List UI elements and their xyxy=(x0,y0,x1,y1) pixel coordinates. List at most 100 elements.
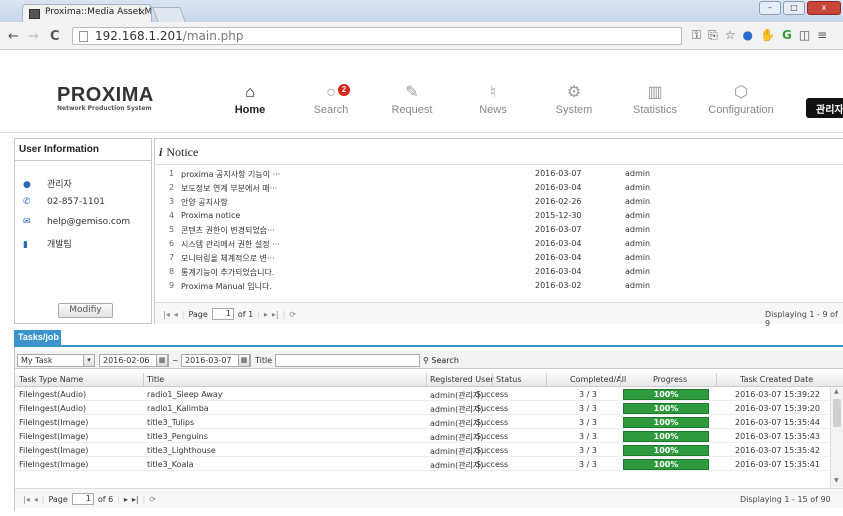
hand-icon[interactable]: ✋ xyxy=(760,28,775,43)
scroll-down-icon[interactable]: ▼ xyxy=(834,477,839,484)
user-team-row: ▮ 개발팀 xyxy=(23,237,72,250)
scroll-thumb[interactable] xyxy=(833,399,841,427)
col-title[interactable]: Title xyxy=(147,375,164,384)
key-icon[interactable]: ⚿ xyxy=(692,28,701,43)
search-button[interactable]: ⚲ Search xyxy=(423,356,459,365)
notice-row[interactable]: 6 시스템 관리에서 권한 설정 ··· 2016-03-04 admin xyxy=(155,239,843,250)
cell-created: 2016-03-07 15:35:42 xyxy=(735,446,820,455)
menu-request-label: Request xyxy=(391,104,433,116)
cell-completed: 3 / 3 xyxy=(579,390,597,399)
search-icon: ⚲ xyxy=(423,356,429,365)
cell-title: title3_Tulips xyxy=(147,418,195,427)
notice-row[interactable]: 7 모니터링을 체계적으로 변··· 2016-03-04 admin xyxy=(155,253,843,264)
cell-created: 2016-03-07 15:39:22 xyxy=(735,390,820,399)
calendar-to-icon[interactable]: ▦ xyxy=(238,354,250,367)
address-bar[interactable]: 192.168.1.201/main.php xyxy=(72,27,682,45)
modify-button[interactable]: Modifiy xyxy=(58,303,113,318)
progress-bar: 100% xyxy=(623,417,709,428)
first-page-icon[interactable]: |◂ xyxy=(163,310,170,319)
last-page-icon[interactable]: ▸| xyxy=(272,310,279,319)
menu-statistics[interactable]: ▥ Statistics xyxy=(620,82,690,116)
next-page-icon[interactable]: ▸ xyxy=(124,495,128,504)
calendar-from-icon[interactable]: ▦ xyxy=(156,354,168,367)
prev-page-icon[interactable]: ◂ xyxy=(34,495,38,504)
table-row[interactable]: FileIngest(Image) title3_Penguins admin(… xyxy=(15,430,830,443)
forward-button[interactable]: → xyxy=(28,29,39,44)
menu-news-label: News xyxy=(479,104,507,116)
tasks-scrollbar[interactable]: ▲ ▼ xyxy=(830,387,843,487)
browser-toolbar: ← → C 192.168.1.201/main.php ⚿ ⎘ ☆ ● ✋ G… xyxy=(0,22,843,50)
col-task-created-date[interactable]: Task Created Date xyxy=(740,375,813,384)
menu-search[interactable]: ○ 2 Search xyxy=(296,82,366,116)
browser-tab[interactable]: Proxima::Media Asset Ma × xyxy=(22,4,152,22)
reload-button[interactable]: C xyxy=(50,29,60,44)
page-number-input[interactable]: 1 xyxy=(71,493,94,505)
notice-title: Notice xyxy=(166,145,199,159)
last-page-icon[interactable]: ▸| xyxy=(132,495,139,504)
window-close-button[interactable]: x xyxy=(807,1,841,15)
menu-system[interactable]: ⚙ System xyxy=(539,82,609,116)
user-icon: ● xyxy=(23,180,31,190)
g-extension-icon[interactable]: G xyxy=(782,28,792,43)
title-filter-input[interactable] xyxy=(275,354,420,367)
menu-request[interactable]: ✎ Request xyxy=(377,82,447,116)
notice-row[interactable]: 8 통계기능이 추가되었습니다. 2016-03-04 admin xyxy=(155,267,843,278)
window-maximize-button[interactable]: □ xyxy=(783,1,805,15)
notice-date: 2016-03-04 xyxy=(535,183,582,192)
user-information-title: User Information xyxy=(15,139,151,161)
next-page-icon[interactable]: ▸ xyxy=(264,310,268,319)
user-email: help@gemiso.com xyxy=(47,217,131,227)
task-select-dropdown-icon[interactable]: ▾ xyxy=(83,354,95,367)
page-number-input[interactable]: 1 xyxy=(211,308,234,320)
notice-row[interactable]: 5 콘텐츠 권한이 변경되었습··· 2016-03-07 admin xyxy=(155,225,843,236)
puzzle-icon[interactable]: ◫ xyxy=(799,28,810,43)
new-tab-button[interactable] xyxy=(152,7,186,22)
window-minimize-button[interactable]: – xyxy=(759,1,781,15)
table-row[interactable]: FileIngest(Audio) radio1_Sleep Away admi… xyxy=(15,388,830,401)
table-row[interactable]: FileIngest(Audio) radio1_Kalimba admin(관… xyxy=(15,402,830,415)
notice-row[interactable]: 1 proxima 공지사항 기능이 ··· 2016-03-07 admin xyxy=(155,169,843,180)
notice-row[interactable]: 3 안양 공지사항 2016-02-26 admin xyxy=(155,197,843,208)
notice-row[interactable]: 2 보도정보 연계 부분에서 매··· 2016-03-04 admin xyxy=(155,183,843,194)
user-name-row: ● 관리자 xyxy=(23,177,72,190)
menu-home[interactable]: ⌂ Home xyxy=(215,82,285,116)
notice-no: 3 xyxy=(169,197,175,206)
col-completed-all[interactable]: Completed/All xyxy=(570,375,626,384)
cell-completed: 3 / 3 xyxy=(579,418,597,427)
notice-header: i Notice xyxy=(155,139,843,165)
cell-type: FileIngest(Image) xyxy=(19,446,89,455)
extension-blue-icon[interactable]: ● xyxy=(743,28,753,43)
page-label: Page xyxy=(48,494,68,504)
tasks-job-tab[interactable]: Tasks/job xyxy=(14,330,61,345)
notice-row[interactable]: 4 Proxima notice 2015-12-30 admin xyxy=(155,211,843,222)
star-icon[interactable]: ☆ xyxy=(725,28,736,43)
refresh-icon[interactable]: ⟳ xyxy=(149,495,156,504)
tab-close-icon[interactable]: × xyxy=(138,7,146,18)
first-page-icon[interactable]: |◂ xyxy=(23,495,30,504)
menu-configuration[interactable]: ⬡ Configuration xyxy=(701,82,781,116)
table-row[interactable]: FileIngest(Image) title3_Tulips admin(관리… xyxy=(15,416,830,429)
window-controls: – □ x xyxy=(759,1,841,15)
col-progress[interactable]: Progress xyxy=(653,375,687,384)
menu-icon[interactable]: ≡ xyxy=(817,28,827,43)
notice-no: 1 xyxy=(169,169,175,178)
cell-completed: 3 / 3 xyxy=(579,460,597,469)
tasks-filter-bar: My Task ▾ 2016-02-06 ▦ ~ 2016-03-07 ▦ Ti… xyxy=(15,351,843,369)
translate-icon[interactable]: ⎘ xyxy=(708,28,718,43)
proxima-logo[interactable]: PROXIMA Network Production System xyxy=(57,84,154,112)
notice-row[interactable]: 9 Proxima Manual 입니다. 2016-03-02 admin xyxy=(155,281,843,292)
menu-news[interactable]: ♮ News xyxy=(458,82,528,116)
refresh-icon[interactable]: ⟳ xyxy=(289,310,296,319)
col-status[interactable]: Status xyxy=(496,375,522,384)
notice-title-cell: 모니터링을 체계적으로 변··· xyxy=(181,254,275,263)
back-button[interactable]: ← xyxy=(8,29,19,44)
admin-button[interactable]: 관리자 xyxy=(806,98,843,118)
table-row[interactable]: FileIngest(Image) title3_Lighthouse admi… xyxy=(15,444,830,457)
notice-pager-controls: |◂ ◂ | Page 1 of 1 | ▸ ▸| | ⟳ xyxy=(163,308,296,320)
cell-type: FileIngest(Audio) xyxy=(19,390,87,399)
col-registered-user[interactable]: Registered User xyxy=(430,375,494,384)
table-row[interactable]: FileIngest(Image) title3_Koala admin(관리자… xyxy=(15,458,830,471)
col-task-type[interactable]: Task Type Name xyxy=(19,375,83,384)
scroll-up-icon[interactable]: ▲ xyxy=(834,388,839,395)
prev-page-icon[interactable]: ◂ xyxy=(174,310,178,319)
